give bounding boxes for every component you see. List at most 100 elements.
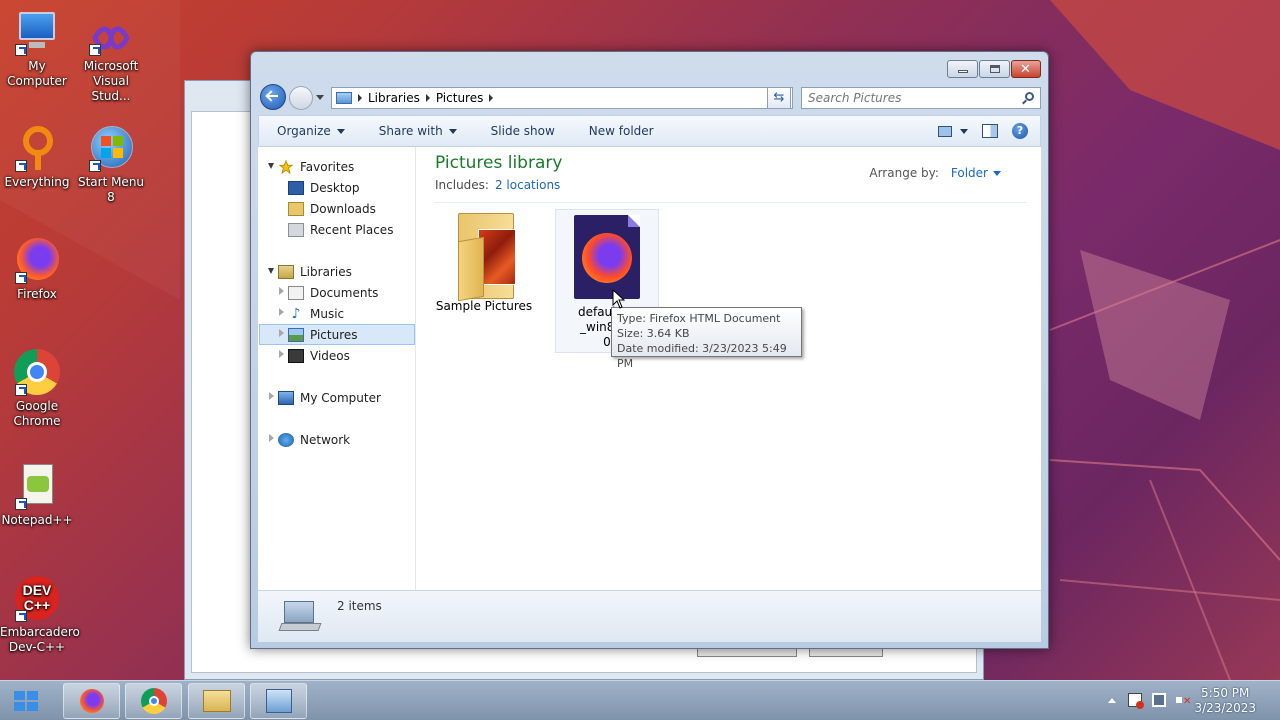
search-input[interactable] <box>802 88 1002 108</box>
forward-button[interactable] <box>289 86 313 110</box>
firefox-icon <box>80 689 104 713</box>
chrome-icon <box>141 688 167 714</box>
desktop-icon-label: Start Menu 8 <box>77 175 145 204</box>
network-status-icon[interactable] <box>1152 693 1166 707</box>
nav-recent-places-label: Recent Places <box>310 223 394 237</box>
organize-label: Organize <box>277 124 331 138</box>
close-button[interactable]: ✕ <box>1011 60 1041 78</box>
change-view-button[interactable] <box>938 125 968 137</box>
expand-my-computer-icon[interactable] <box>269 392 274 400</box>
refresh-button[interactable]: ⇆ <box>767 87 791 109</box>
search-icon[interactable] <box>1025 92 1034 101</box>
nav-network-label: Network <box>300 433 351 447</box>
preview-pane-button[interactable] <box>982 124 998 138</box>
desktop-icon-chrome[interactable]: Google Chrome <box>0 348 74 429</box>
clock-time: 5:50 PM <box>1201 686 1250 700</box>
show-hidden-icons-button[interactable] <box>1108 698 1116 703</box>
desktop-icon-everything[interactable]: Everything <box>0 124 74 190</box>
minimize-button[interactable] <box>947 60 978 78</box>
clock[interactable]: 5:50 PM 3/23/2023 <box>1194 686 1256 716</box>
taskbar-control-panel-button[interactable] <box>250 683 307 719</box>
tooltip-date-modified: Date modified: 3/23/2023 5:49 PM <box>617 342 787 370</box>
expand-videos-icon[interactable] <box>279 350 284 358</box>
star-icon <box>278 160 294 174</box>
desktop-icon-dev-cpp[interactable]: DEV C++ Embarcadero Dev-C++ <box>0 574 80 655</box>
taskbar-chrome-button[interactable] <box>125 683 182 719</box>
arrange-by-label: Arrange by: <box>869 166 939 180</box>
file-item-sample-pictures[interactable]: Sample Pictures <box>434 209 534 319</box>
windows-logo-icon <box>14 691 38 711</box>
organize-button[interactable]: Organize <box>259 124 361 138</box>
desktop-icon-label: Microsoft Visual Stud... <box>83 59 139 103</box>
item-count: 2 items <box>337 599 382 613</box>
nav-network[interactable]: Network <box>278 430 350 450</box>
expand-pictures-icon[interactable] <box>279 329 284 337</box>
library-includes: Includes: 2 locations <box>435 178 560 192</box>
nav-desktop-label: Desktop <box>310 181 360 195</box>
breadcrumb-libraries[interactable]: Libraries <box>368 91 420 105</box>
breadcrumb-pictures[interactable]: Pictures <box>436 91 484 105</box>
downloads-icon <box>288 202 304 216</box>
tooltip-size: Size: 3.64 KB <box>617 327 690 340</box>
folder-icon <box>448 209 520 302</box>
breadcrumb-separator-icon[interactable] <box>358 94 362 102</box>
volume-muted-icon[interactable]: ✕ <box>1176 693 1191 707</box>
desktop-icon-start-menu-8[interactable]: Start Menu 8 <box>74 124 148 205</box>
my-computer-icon <box>13 8 61 56</box>
breadcrumb-separator-icon[interactable] <box>489 94 494 102</box>
nav-favorites[interactable]: Favorites <box>278 157 354 177</box>
nav-pictures-label: Pictures <box>310 328 358 342</box>
clock-date: 3/23/2023 <box>1194 701 1256 715</box>
action-center-icon[interactable] <box>1128 693 1144 709</box>
maximize-button[interactable] <box>979 60 1010 78</box>
includes-label: Includes: <box>435 178 489 192</box>
desktop-icon-label: Embarcadero Dev-C++ <box>0 625 80 654</box>
new-folder-button[interactable]: New folder <box>571 124 670 138</box>
nav-libraries[interactable]: Libraries <box>278 262 352 282</box>
navigation-pane[interactable]: Favorites Desktop Downloads Recent Place… <box>258 147 416 590</box>
desktop-icon-firefox[interactable]: Firefox <box>0 236 74 302</box>
nav-my-computer[interactable]: My Computer <box>278 388 381 408</box>
start-button[interactable] <box>10 687 42 715</box>
nav-videos[interactable]: Videos <box>288 346 350 366</box>
system-tray: ✕ 5:50 PM 3/23/2023 <box>1090 681 1280 720</box>
slide-show-button[interactable]: Slide show <box>473 124 571 138</box>
desktop-icon-my-computer[interactable]: My Computer <box>0 8 74 89</box>
expand-network-icon[interactable] <box>269 434 274 442</box>
taskbar-file-explorer-button[interactable] <box>188 683 245 719</box>
nav-desktop[interactable]: Desktop <box>288 178 360 198</box>
expand-favorites-icon[interactable] <box>268 163 274 169</box>
address-bar[interactable]: Libraries Pictures <box>331 87 793 109</box>
file-tooltip: Type: Firefox HTML Document Size: 3.64 K… <box>611 307 802 370</box>
arrange-by: Arrange by: Folder <box>869 166 1001 180</box>
nav-favorites-label: Favorites <box>300 160 355 174</box>
desktop-icon-label: My Computer <box>7 59 67 88</box>
computer-icon <box>278 391 294 405</box>
nav-documents[interactable]: Documents <box>288 283 378 303</box>
desktop-icon-label: Everything <box>4 175 70 189</box>
expand-libraries-icon[interactable] <box>268 268 274 274</box>
header-divider <box>435 202 1027 203</box>
nav-downloads[interactable]: Downloads <box>288 199 376 219</box>
expand-music-icon[interactable] <box>279 308 284 316</box>
share-with-button[interactable]: Share with <box>361 124 473 138</box>
recent-pages-dropdown[interactable] <box>316 95 324 100</box>
desktop-icon-notepad-plus-plus[interactable]: Notepad++ <box>0 462 74 528</box>
nav-pictures[interactable]: Pictures <box>288 325 358 345</box>
breadcrumb-separator-icon[interactable] <box>425 94 430 102</box>
taskbar-firefox-button[interactable] <box>63 683 120 719</box>
help-button[interactable]: ? <box>1012 123 1028 139</box>
refresh-icon: ⇆ <box>773 90 785 105</box>
expand-documents-icon[interactable] <box>279 287 284 295</box>
nav-music[interactable]: ♪ Music <box>288 304 345 324</box>
chrome-icon <box>13 348 61 396</box>
back-button[interactable] <box>260 84 286 110</box>
file-explorer-icon <box>203 690 231 712</box>
dev-cpp-icon: DEV C++ <box>13 574 61 622</box>
locations-link[interactable]: 2 locations <box>495 178 560 192</box>
desktop-icon-visual-studio[interactable]: Microsoft Visual Stud... <box>74 20 148 104</box>
nav-recent-places[interactable]: Recent Places <box>288 220 393 240</box>
caption-buttons: ✕ <box>947 60 1041 78</box>
search-box[interactable] <box>801 87 1041 109</box>
arrange-by-dropdown[interactable]: Folder <box>951 166 988 180</box>
